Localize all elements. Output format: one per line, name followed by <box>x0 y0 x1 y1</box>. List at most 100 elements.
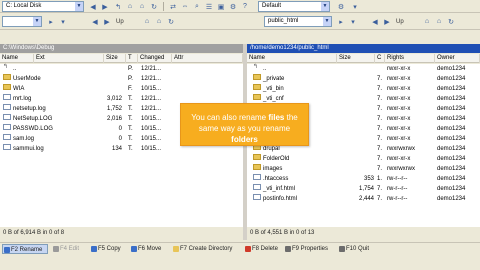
remote-open-icon[interactable]: ▸ <box>336 17 346 26</box>
fkey-f7-create-directory[interactable]: F7 Create Directory <box>172 244 240 254</box>
local-open-icon[interactable]: ▸ <box>46 17 56 26</box>
preferences-icon[interactable]: ⚙ <box>228 2 238 11</box>
remote-filter-icon[interactable]: ▾ <box>348 17 358 26</box>
file-rights: rwxr-xr-x <box>387 116 411 122</box>
list-item[interactable]: UserMode P. 12/21... <box>0 74 243 84</box>
file-name: NetSetup.LOG <box>13 116 53 122</box>
file-rights: rwxr-xr-x <box>387 86 411 92</box>
fkey-f10-quit[interactable]: F10 Quit <box>338 244 372 254</box>
home-icon[interactable]: ⌂ <box>137 2 147 11</box>
sync-icon[interactable]: ⇄ <box>168 2 178 11</box>
remote-forward-icon[interactable]: ▶ <box>382 17 392 26</box>
fkey-f2-rename[interactable]: F2 Rename <box>2 244 48 254</box>
col-name[interactable]: Name <box>0 54 34 63</box>
file-name: _vti_inf.html <box>263 186 296 192</box>
list-item[interactable]: _private 7. rwxr-xr-x demo1234 <box>247 74 480 84</box>
remote-refresh-icon[interactable]: ↻ <box>446 17 456 26</box>
file-size: 0 <box>118 136 122 142</box>
fkey-f8-delete[interactable]: F8 Delete <box>244 244 280 254</box>
list-item[interactable]: _vti_bin 7. rwxr-xr-x demo1234 <box>247 84 480 94</box>
col-changed[interactable]: C <box>375 54 385 63</box>
transfer-settings-select[interactable]: Default ▼ <box>258 1 330 12</box>
fkey-icon <box>173 246 179 252</box>
winscp-window: C: Local Disk ▼ ◀ ▶ ↰ ⌂ ⌂ ↻ ⇄ ⇔ ⌕ ☰ ▣ ⚙ … <box>0 0 480 270</box>
file-type: P. <box>128 76 133 82</box>
parent-dir-icon: ↰ <box>3 64 9 70</box>
local-path-select[interactable]: ▼ <box>2 16 42 27</box>
col-rights[interactable]: Rights <box>385 54 435 63</box>
remote-status: 0 B of 4,551 B in 0 of 13 <box>247 228 480 238</box>
file-changed: 7. <box>377 76 383 82</box>
file-changed: 7. <box>377 96 383 102</box>
remote-back-icon[interactable]: ◀ <box>370 17 380 26</box>
file-icon <box>3 134 11 140</box>
file-owner: demo1234 <box>437 136 466 142</box>
local-up-button[interactable]: Up <box>116 17 124 28</box>
col-type[interactable]: T <box>126 54 138 63</box>
list-item[interactable]: ↰.. P. 12/21... <box>0 64 243 74</box>
fkey-f9-properties[interactable]: F9 Properties <box>284 244 334 254</box>
find-icon[interactable]: ⌕ <box>192 2 202 11</box>
list-item[interactable]: FolderOld 7. rwxr-xr-x demo1234 <box>247 154 480 164</box>
file-changed: 7. <box>377 136 383 142</box>
fkey-f4-edit[interactable]: F4 Edit <box>52 244 86 254</box>
file-rights: rwxr-xr-x <box>387 76 411 82</box>
local-filter-icon[interactable]: ▾ <box>58 17 68 26</box>
help-icon[interactable]: ? <box>240 2 250 11</box>
folder-icon <box>253 164 261 170</box>
list-item[interactable]: _vti_inf.html 1,754 7. rw-r--r-- demo1234 <box>247 184 480 194</box>
local-home-icon[interactable]: ⌂ <box>154 17 164 26</box>
tip-text: same way as you rename <box>198 124 291 133</box>
list-item[interactable]: WIA F. 10/15... <box>0 84 243 94</box>
parent-folder-icon[interactable]: ↰ <box>113 2 123 11</box>
list-item[interactable]: postinfo.html 2,444 7. rw-r--r-- demo1234 <box>247 194 480 204</box>
fkey-f6-move[interactable]: F6 Move <box>130 244 168 254</box>
folder-icon <box>253 84 261 90</box>
col-owner[interactable]: Owner <box>435 54 480 63</box>
remote-root-icon[interactable]: ⌂ <box>422 17 432 26</box>
col-ext[interactable]: Ext <box>34 54 104 63</box>
refresh-icon[interactable]: ↻ <box>149 2 159 11</box>
list-item[interactable]: ↰.. rwxr-xr-x demo1234 <box>247 64 480 74</box>
file-rights: rw-r--r-- <box>387 186 408 192</box>
transfer-options-icon[interactable]: ⚙ <box>336 2 346 11</box>
list-item[interactable]: images 7. rwxrwxrwx demo1234 <box>247 164 480 174</box>
local-column-header: Name Ext Size T Changed Attr <box>0 54 243 63</box>
fkey-label: F5 Copy <box>98 246 121 252</box>
top-toolbar: C: Local Disk ▼ ◀ ▶ ↰ ⌂ ⌂ ↻ ⇄ ⇔ ⌕ ☰ ▣ ⚙ … <box>0 0 480 13</box>
remote-home-icon[interactable]: ⌂ <box>434 17 444 26</box>
file-changed: 10/15... <box>141 116 162 122</box>
tip-bold-folders: folders <box>231 135 258 144</box>
file-icon <box>3 124 11 130</box>
terminal-icon[interactable]: ▣ <box>216 2 226 11</box>
root-icon[interactable]: ⌂ <box>125 2 135 11</box>
back-icon[interactable]: ◀ <box>88 2 98 11</box>
file-rights: rwxr-xr-x <box>387 106 411 112</box>
col-name[interactable]: Name <box>247 54 337 63</box>
queue-icon[interactable]: ☰ <box>204 2 214 11</box>
remote-path-select[interactable]: public_html ▼ <box>264 16 332 27</box>
file-name: WIA <box>13 86 25 92</box>
local-back-icon[interactable]: ◀ <box>90 17 100 26</box>
col-changed[interactable]: Changed <box>138 54 172 63</box>
compare-icon[interactable]: ⇔ <box>180 2 190 11</box>
local-forward-icon[interactable]: ▶ <box>102 17 112 26</box>
remote-up-button[interactable]: Up <box>396 17 404 28</box>
fkey-f5-copy[interactable]: F5 Copy <box>90 244 126 254</box>
list-item[interactable]: .htaccess 353 1. rw-r--r-- demo1234 <box>247 174 480 184</box>
file-name: sam.log <box>13 136 35 142</box>
file-name: netsetup.log <box>13 106 46 112</box>
local-refresh-icon[interactable]: ↻ <box>166 17 176 26</box>
session-icon[interactable]: ▾ <box>350 2 360 11</box>
local-drive-select[interactable]: C: Local Disk ▼ <box>2 1 84 12</box>
forward-icon[interactable]: ▶ <box>100 2 110 11</box>
file-name: mrt.log <box>13 96 32 102</box>
folder-icon <box>253 94 261 100</box>
col-size[interactable]: Size <box>104 54 126 63</box>
local-root-icon[interactable]: ⌂ <box>142 17 152 26</box>
file-changed: 10/15... <box>141 86 162 92</box>
file-owner: demo1234 <box>437 186 466 192</box>
col-attr[interactable]: Attr <box>172 54 243 63</box>
file-name: PASSWD.LOG <box>13 126 53 132</box>
col-size[interactable]: Size <box>337 54 375 63</box>
